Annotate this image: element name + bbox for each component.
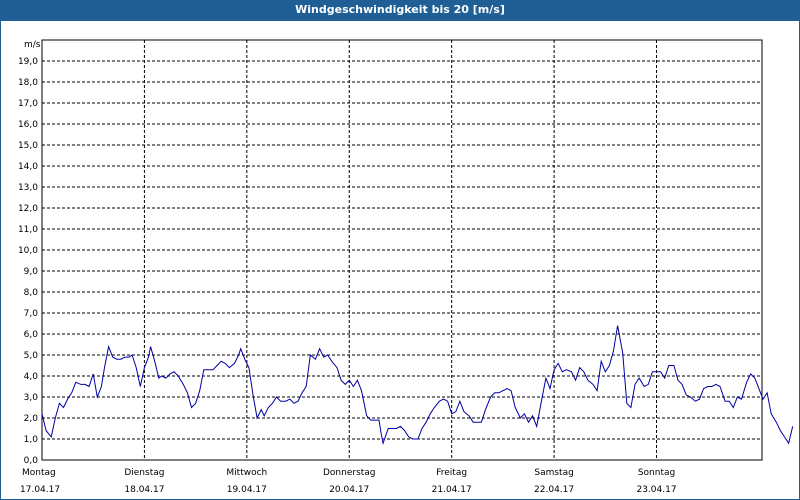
wind-speed-series-line [41,325,794,446]
y-tick-label: 8,0 [24,288,39,298]
x-tick-date-label: 17.04.17 [20,485,60,495]
y-tick-label: 11,0 [18,225,38,235]
y-tick-label: 16,0 [18,120,38,130]
y-tick-label: 5,0 [24,351,39,361]
x-tick-date-label: 19.04.17 [227,485,267,495]
x-tick-day-label: Dienstag [124,468,164,478]
wind-speed-chart: 0,0 1,0 2,0 3,0 4,0 5,0 6,0 7,0 8,0 9,0 10,0 11,0 12… [18,39,794,495]
grid-layer [42,40,762,460]
x-tick-day-label: Sonntag [638,468,675,478]
x-tick-labels: Montag 17.04.17 Dienstag 18.04.17 Mittwoch 19… [20,468,677,495]
x-tick-day-label: Samstag [534,468,573,478]
y-tick-label: 0,0 [24,456,39,466]
y-tick-label: 2,0 [24,414,39,424]
y-tick-label: 6,0 [24,330,39,340]
y-tick-label: 1,0 [24,435,39,445]
y-tick-label: 13,0 [18,183,38,193]
y-tick-label: 4,0 [24,372,39,382]
y-tick-label: 9,0 [24,267,39,277]
x-tick-date-label: 22.04.17 [534,485,574,495]
y-tick-labels: 0,0 1,0 2,0 3,0 4,0 5,0 6,0 7,0 8,0 9,0 10,0 11,0 12… [18,57,38,466]
x-tick-date-label: 23.04.17 [636,485,676,495]
x-tick-day-label: Donnerstag [323,468,376,478]
y-tick-label: 14,0 [18,162,38,172]
y-tick-label: 18,0 [18,78,38,88]
y-tick-label: 12,0 [18,204,38,214]
y-tick-label: 10,0 [18,246,38,256]
y-axis-unit-label: m/s [24,40,41,50]
x-tick-date-label: 21.04.17 [432,485,472,495]
y-tick-label: 19,0 [18,57,38,67]
y-tick-label: 7,0 [24,309,39,319]
x-tick-date-label: 18.04.17 [124,485,164,495]
x-tick-day-label: Freitag [436,468,467,478]
y-tick-label: 17,0 [18,99,38,109]
y-tick-label: 15,0 [18,141,38,151]
x-tick-day-label: Mittwoch [226,468,267,478]
y-tick-label: 3,0 [24,393,39,403]
x-tick-day-label: Montag [22,468,56,478]
x-tick-date-label: 20.04.17 [329,485,369,495]
